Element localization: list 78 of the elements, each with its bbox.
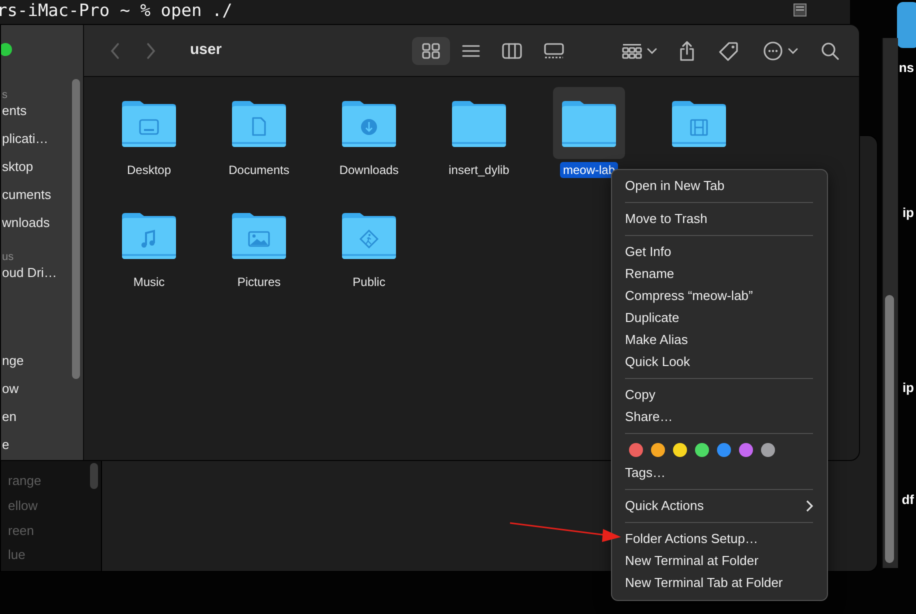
sidebar-item[interactable]: nge — [2, 351, 83, 379]
menu-item[interactable]: Rename — [612, 263, 827, 285]
file-name: Public — [352, 274, 386, 290]
grid-view-icon — [422, 42, 440, 58]
sidebar-item[interactable]: en — [2, 407, 83, 435]
desktop-icon-label: ip — [902, 204, 914, 222]
sidebar-item[interactable]: ow — [2, 379, 83, 407]
menu-item[interactable]: Copy — [612, 384, 827, 406]
view-mode-button[interactable] — [412, 36, 450, 64]
tag-color-dot[interactable] — [695, 443, 709, 457]
folder-icon[interactable] — [897, 2, 916, 48]
folder-icon[interactable] — [560, 98, 618, 148]
menu-item[interactable]: Quick Look — [612, 351, 827, 373]
tag-icon — [718, 40, 739, 60]
window-title: user — [190, 40, 222, 60]
grid-icon — [622, 42, 642, 58]
file-name: meow-lab — [560, 162, 618, 178]
menu-item[interactable]: Get Info — [612, 241, 827, 263]
tag-color-dot[interactable] — [739, 443, 753, 457]
list-view-icon — [462, 44, 480, 58]
folder-icon[interactable] — [450, 98, 508, 148]
file-name: Downloads — [338, 162, 400, 178]
menu-item[interactable]: Make Alias — [612, 329, 827, 351]
folder-icon[interactable] — [340, 210, 398, 260]
menu-item[interactable]: Share… — [612, 406, 827, 428]
menu-item[interactable]: Folder Actions Setup… — [612, 528, 827, 550]
folder-icon[interactable] — [340, 98, 398, 148]
share-icon — [678, 40, 695, 60]
tag-color-dot[interactable] — [673, 443, 687, 457]
zoom-window-button[interactable] — [1, 43, 12, 56]
file-name: Documents — [228, 162, 290, 178]
chevron-right-icon — [146, 42, 156, 60]
menu-item[interactable]: Duplicate — [612, 307, 827, 329]
menu-item[interactable]: Tags… — [612, 462, 827, 484]
tag-color-dot[interactable] — [629, 443, 643, 457]
menu-item[interactable]: Move to Trash — [612, 208, 827, 230]
menu-item[interactable]: New Terminal Tab at Folder — [612, 572, 827, 594]
folder-icon[interactable] — [120, 98, 178, 148]
file-name: Desktop — [126, 162, 172, 178]
desktop-icon-label: df — [902, 491, 914, 509]
sidebar-item[interactable]: e — [2, 435, 83, 460]
sidebar-item[interactable]: oud Dri… — [2, 263, 83, 291]
desktop-icon-label: ip — [902, 379, 914, 397]
folder-icon[interactable] — [230, 98, 288, 148]
menu-item[interactable]: New Terminal at Folder — [612, 550, 827, 572]
sidebar-item[interactable]: cuments — [2, 185, 83, 213]
sidebar-header: us — [2, 250, 15, 263]
menu-item[interactable]: Open in New Tab — [612, 175, 827, 197]
caret-icon — [646, 48, 657, 54]
chevron-right-icon — [806, 500, 813, 512]
folder-icon[interactable] — [230, 210, 288, 260]
sidebar-item[interactable]: wnloads — [2, 213, 83, 241]
sidebar-item[interactable]: ents — [2, 101, 83, 129]
scrollbar-thumb[interactable] — [72, 79, 80, 379]
chevron-left-icon — [110, 42, 120, 60]
tag-color-dot[interactable] — [717, 443, 731, 457]
sidebar-item[interactable]: sktop — [2, 157, 83, 185]
search-icon — [821, 42, 839, 60]
menu-item[interactable]: Quick Actions — [612, 495, 827, 517]
scrollbar-thumb[interactable] — [885, 295, 894, 563]
file-name: Music — [132, 274, 166, 290]
menu-item[interactable]: Compress “meow-lab” — [612, 285, 827, 307]
ellipsis-icon — [762, 40, 783, 60]
gallery-view-icon — [544, 42, 564, 58]
column-view-icon — [502, 42, 522, 58]
sidebar-item[interactable]: plicati… — [2, 129, 83, 157]
command-line: rs-iMac-Pro ~ % open ./ — [0, 0, 232, 22]
caret-icon — [788, 48, 798, 54]
desktop-icon-label: ns — [898, 59, 914, 77]
tag-color-dot[interactable] — [761, 443, 775, 457]
split-pane-icon — [793, 3, 807, 17]
tag-color-dot[interactable] — [651, 443, 665, 457]
file-name: Pictures — [236, 274, 282, 290]
sidebar-header: s — [2, 88, 8, 101]
scrollbar-thumb[interactable] — [90, 463, 98, 489]
file-name: insert_dylib — [448, 162, 510, 178]
folder-icon[interactable] — [670, 98, 728, 148]
folder-icon[interactable] — [120, 210, 178, 260]
